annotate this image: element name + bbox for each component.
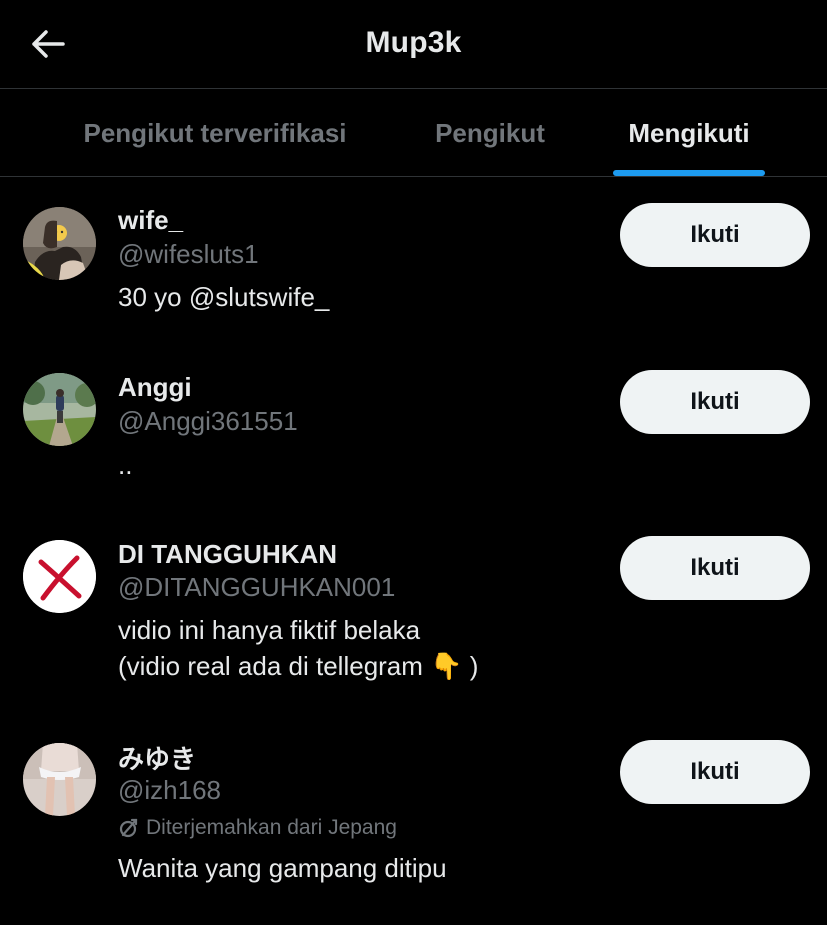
tab-following[interactable]: Mengikuti bbox=[608, 89, 770, 177]
avatar[interactable] bbox=[23, 540, 96, 613]
follow-button[interactable]: Ikuti bbox=[620, 740, 810, 804]
user-handle: @wifesluts1 bbox=[118, 239, 259, 269]
user-name: Anggi bbox=[118, 372, 192, 402]
tab-bar: Pengikut terverifikasi Pengikut Mengikut… bbox=[0, 89, 827, 177]
user-bio: Wanita yang gampang ditipu bbox=[118, 853, 447, 883]
user-row[interactable]: Anggi @Anggi361551 .. Ikuti bbox=[0, 345, 827, 511]
translated-note: Diterjemahkan dari Jepang bbox=[118, 816, 397, 840]
follow-button[interactable]: Ikuti bbox=[620, 203, 810, 267]
tab-verified-followers[interactable]: Pengikut terverifikasi bbox=[60, 89, 370, 177]
user-handle: @DITANGGUHKAN001 bbox=[118, 572, 396, 602]
active-tab-indicator bbox=[613, 170, 765, 176]
follow-button[interactable]: Ikuti bbox=[620, 536, 810, 600]
header: Mup3k bbox=[0, 0, 827, 89]
user-bio: .. bbox=[118, 450, 133, 480]
user-name: みゆき bbox=[118, 744, 197, 774]
user-row[interactable]: みゆき @izh168 Diterjemahkan dari Jepang Wa… bbox=[0, 719, 827, 925]
user-name: wife_ bbox=[118, 205, 184, 235]
red-x-icon bbox=[23, 540, 96, 613]
follow-button[interactable]: Ikuti bbox=[620, 370, 810, 434]
user-row[interactable]: DI TANGGUHKAN @DITANGGUHKAN001 vidio ini… bbox=[0, 511, 827, 719]
tab-followers[interactable]: Pengikut bbox=[420, 89, 560, 177]
translate-icon bbox=[119, 818, 138, 838]
translated-label: Diterjemahkan dari Jepang bbox=[146, 816, 397, 839]
app: Mup3k Pengikut terverifikasi Pengikut Me… bbox=[0, 0, 827, 925]
page-title: Mup3k bbox=[365, 26, 462, 59]
user-name: DI TANGGUHKAN bbox=[118, 539, 338, 569]
user-handle: @Anggi361551 bbox=[118, 406, 298, 436]
avatar[interactable] bbox=[23, 373, 96, 446]
avatar[interactable] bbox=[23, 207, 96, 280]
user-bio: vidio ini hanya fiktif belaka (vidio rea… bbox=[118, 615, 479, 681]
user-bio: 30 yo @slutswife_ bbox=[118, 282, 330, 312]
user-handle: @izh168 bbox=[118, 775, 222, 805]
avatar[interactable] bbox=[23, 743, 96, 816]
user-row[interactable]: wife_ @wifesluts1 30 yo @slutswife_ Ikut… bbox=[0, 177, 827, 345]
